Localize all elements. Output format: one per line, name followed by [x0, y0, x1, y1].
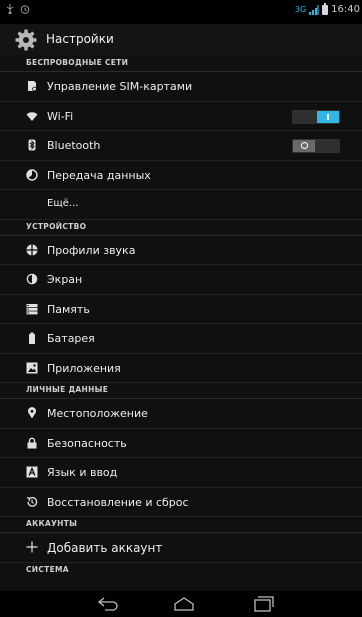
settings-item-battery[interactable]: Батарея: [0, 324, 362, 354]
section-header-personal: ЛИЧНЫЕ ДАННЫЕ: [0, 383, 362, 399]
backup-restore-icon: [26, 496, 38, 508]
settings-item-wifi[interactable]: Wi-Fi: [0, 102, 362, 131]
wifi-icon: [26, 110, 38, 122]
alarm-icon: [20, 4, 30, 18]
sound-profile-icon: [26, 244, 38, 256]
settings-item-label: Управление SIM-картами: [47, 80, 193, 93]
clock: 16:40: [331, 4, 360, 15]
add-icon: [26, 541, 38, 553]
display-brightness-icon: [26, 273, 38, 285]
sim-card-icon: [26, 80, 38, 92]
settings-item-more[interactable]: Ещё...: [0, 190, 362, 220]
section-header-system: СИСТЕМА: [26, 564, 69, 574]
home-icon[interactable]: [172, 594, 196, 614]
location-pin-icon: [26, 407, 38, 419]
settings-item-label: Местоположение: [47, 407, 148, 420]
settings-item-language[interactable]: Язык и ввод: [0, 458, 362, 488]
settings-list: БЕСПРОВОДНЫЕ СЕТИ Управление SIM-картами…: [0, 56, 362, 579]
action-bar: Настройки: [0, 24, 362, 56]
data-usage-icon: [26, 168, 38, 181]
settings-item-label: Батарея: [47, 332, 95, 345]
settings-gear-icon[interactable]: [14, 28, 38, 52]
settings-item-label: Wi-Fi: [47, 109, 74, 123]
signal-icon: [309, 5, 320, 15]
battery-icon: [26, 332, 38, 344]
settings-item-label: Профили звука: [47, 243, 136, 257]
settings-item-label: Bluetooth: [47, 139, 101, 152]
usb-icon: [6, 4, 14, 18]
settings-item-display[interactable]: Экран: [0, 265, 362, 295]
settings-item-add-account[interactable]: Добавить аккаунт: [0, 533, 362, 563]
settings-item-label: Безопасность: [47, 436, 127, 450]
battery-icon: [322, 3, 329, 15]
page-title: Настройки: [46, 32, 114, 46]
settings-item-sim[interactable]: Управление SIM-картами: [0, 72, 362, 102]
settings-screen: 3G 16:40 Настройки БЕСПРОВОДНЫЕ СЕТИ Упр…: [0, 0, 362, 617]
language-input-icon: [26, 466, 38, 478]
bluetooth-toggle[interactable]: [292, 139, 340, 153]
settings-item-storage[interactable]: Память: [0, 295, 362, 324]
settings-item-data-usage[interactable]: Передача данных: [0, 161, 362, 190]
wifi-toggle[interactable]: [292, 109, 340, 124]
section-header-wireless: БЕСПРОВОДНЫЕ СЕТИ: [0, 56, 362, 72]
settings-item-sound[interactable]: Профили звука: [0, 236, 362, 265]
settings-item-backup[interactable]: Восстановление и сброс: [0, 488, 362, 517]
recent-apps-icon[interactable]: [252, 594, 276, 614]
settings-item-label: Восстановление и сброс: [47, 495, 189, 509]
apps-icon: [26, 362, 38, 374]
settings-item-label: Память: [47, 302, 90, 316]
back-icon[interactable]: [96, 594, 120, 614]
settings-item-label: Добавить аккаунт: [47, 541, 163, 555]
settings-item-security[interactable]: Безопасность: [0, 429, 362, 458]
section-header-device: УСТРОЙСТВО: [0, 220, 362, 236]
settings-item-label: Язык и ввод: [47, 466, 118, 479]
lock-icon: [26, 437, 38, 449]
bluetooth-icon: [26, 139, 38, 151]
network-type: 3G: [294, 5, 307, 14]
settings-item-label: Передача данных: [47, 168, 151, 182]
navigation-bar: [0, 591, 362, 617]
settings-item-label: Ещё...: [47, 198, 79, 209]
storage-icon: [26, 303, 38, 315]
settings-item-label: Приложения: [47, 361, 121, 375]
settings-item-bluetooth[interactable]: Bluetooth: [0, 131, 362, 161]
status-bar: 3G 16:40: [0, 0, 362, 24]
settings-item-location[interactable]: Местоположение: [0, 399, 362, 429]
settings-item-apps[interactable]: Приложения: [0, 354, 362, 383]
settings-item-label: Экран: [47, 273, 83, 286]
section-header-accounts: АККАУНТЫ: [0, 517, 362, 533]
